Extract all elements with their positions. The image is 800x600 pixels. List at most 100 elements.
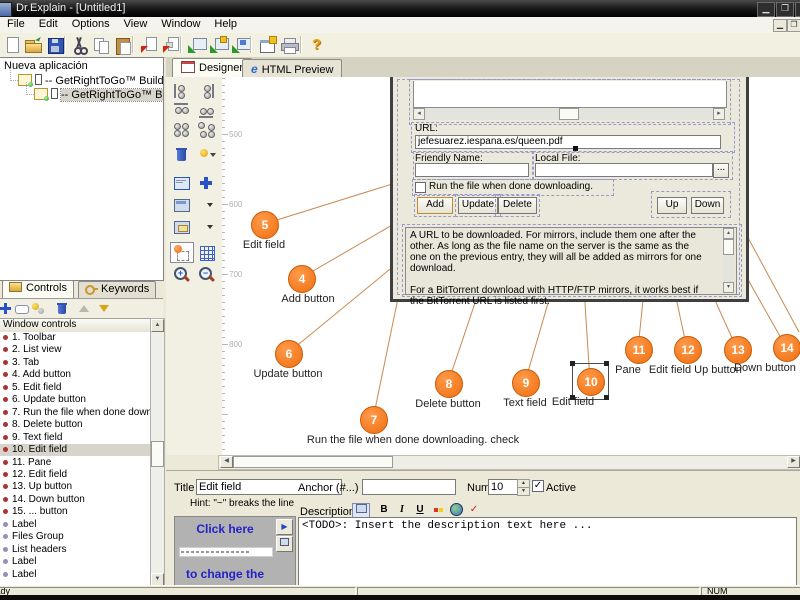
screen-mode2-icon[interactable] <box>171 217 216 236</box>
list-item[interactable]: 4. Add button <box>0 369 150 381</box>
callout-marker-11[interactable]: 11 <box>625 336 653 364</box>
controls-list[interactable]: 1. Toolbar2. List view3. Tab4. Add butto… <box>0 332 151 585</box>
callout-marker-5[interactable]: 5 <box>251 211 279 239</box>
scrollbar-thumb[interactable] <box>233 456 393 468</box>
controls-scrollbar[interactable]: ▲ ▼ <box>150 318 165 587</box>
add-control-icon[interactable] <box>0 301 14 316</box>
add-ball-icon[interactable] <box>196 173 218 192</box>
edit-control-icon[interactable] <box>14 301 30 316</box>
distribute-v-icon[interactable] <box>196 120 218 139</box>
tree-item[interactable]: -- GetRightToGo™ Builder (1.0) <box>18 74 164 87</box>
title-bar[interactable]: Dr.Explain - [Untitled1] ▁ ❐ <box>0 0 800 17</box>
scrollbar-thumb[interactable] <box>151 441 164 467</box>
list-item[interactable]: 7. Run the file when done download... <box>0 407 150 419</box>
ball-menu-icon[interactable] <box>196 145 218 164</box>
list-item[interactable]: 2. List view <box>0 344 150 356</box>
grid-icon[interactable] <box>196 243 218 262</box>
designer-canvas[interactable]: 500600700800 ◂ ▸ URL: jefesuarez.iespana… <box>222 77 800 455</box>
hyperlink-globe-icon[interactable] <box>448 503 464 517</box>
tab-keywords[interactable]: Keywords <box>78 281 156 299</box>
cut-icon[interactable] <box>68 34 90 56</box>
mdi-restore-button[interactable]: ❐ <box>787 19 800 32</box>
italic-button[interactable]: I <box>394 503 410 517</box>
callout-style-icon[interactable] <box>31 301 47 316</box>
distribute-h-icon[interactable] <box>171 120 193 139</box>
minimize-button[interactable]: ▁ <box>757 2 775 17</box>
capture-object-icon[interactable] <box>208 34 230 56</box>
move-down-icon[interactable] <box>97 301 113 316</box>
move-up-icon[interactable] <box>77 301 93 316</box>
list-item[interactable]: Files Group <box>0 531 150 543</box>
area-preview[interactable]: Click here to change the area ▶ <box>174 516 296 586</box>
export-page-icon[interactable] <box>160 34 182 56</box>
align-top-icon[interactable] <box>171 101 193 120</box>
description-editor[interactable]: <TODO>: Insert the description text here… <box>298 517 797 587</box>
list-item[interactable]: 3. Tab <box>0 357 150 369</box>
num-down-icon[interactable]: ▼ <box>517 487 530 496</box>
list-item[interactable]: 13. Up button <box>0 481 150 493</box>
paste-icon[interactable] <box>112 34 134 56</box>
align-bottom-icon[interactable] <box>196 101 218 120</box>
list-item[interactable]: 6. Update button <box>0 394 150 406</box>
scroll-up-icon[interactable]: ▲ <box>151 319 164 332</box>
menu-file[interactable]: File <box>0 17 32 33</box>
list-item[interactable]: 1. Toolbar <box>0 332 150 344</box>
list-item[interactable]: 14. Down button <box>0 494 150 506</box>
list-item[interactable]: 8. Delete button <box>0 419 150 431</box>
list-item[interactable]: 11. Pane <box>0 457 150 469</box>
tree-item[interactable]: -- GetRightToGo™ Builder (1.0) <box>34 88 164 101</box>
active-checkbox[interactable]: ✓ <box>532 480 544 492</box>
callout-marker-7[interactable]: 7 <box>360 406 388 434</box>
list-item[interactable]: 12. Edit field <box>0 469 150 481</box>
mdi-minimize-button[interactable]: ▁ <box>773 19 787 32</box>
bold-button[interactable]: B <box>376 503 392 517</box>
spellcheck-icon[interactable]: ✓ <box>466 503 482 517</box>
list-item[interactable]: Label <box>0 569 150 581</box>
menu-window[interactable]: Window <box>154 17 207 33</box>
list-item[interactable]: List headers <box>0 544 150 556</box>
screen-mode-icon[interactable] <box>171 195 216 214</box>
preview-play-icon[interactable]: ▶ <box>276 519 293 535</box>
list-item[interactable]: Label <box>0 519 150 531</box>
list-item[interactable]: Label <box>0 556 150 568</box>
scroll-left-icon[interactable]: ◀ <box>220 456 233 468</box>
close-button[interactable] <box>795 2 800 17</box>
restore-button[interactable]: ❐ <box>776 2 794 17</box>
project-tree[interactable]: Nueva aplicación-- GetRightToGo™ Builder… <box>0 57 164 281</box>
callout-marker-4[interactable]: 4 <box>288 265 316 293</box>
callout-marker-8[interactable]: 8 <box>435 370 463 398</box>
callout-marker-14[interactable]: 14 <box>773 334 800 362</box>
save-icon[interactable] <box>44 34 66 56</box>
help-icon[interactable]: ? <box>306 34 328 56</box>
align-right-icon[interactable] <box>196 82 218 101</box>
new-icon[interactable] <box>2 34 24 56</box>
delete-ball-icon[interactable] <box>171 145 193 164</box>
info-icon[interactable] <box>171 173 193 192</box>
tab-controls[interactable]: Controls <box>2 280 74 299</box>
menu-options[interactable]: Options <box>65 17 117 33</box>
callout-marker-6[interactable]: 6 <box>275 340 303 368</box>
list-item[interactable]: 15. ... button <box>0 506 150 518</box>
callout-tool-icon[interactable] <box>170 242 194 263</box>
callout-marker-10[interactable]: 10 <box>577 368 605 396</box>
canvas-hscrollbar[interactable]: ◀ ▶ <box>218 455 800 470</box>
selection-handle[interactable] <box>604 361 609 366</box>
underline-button[interactable]: U <box>412 503 428 517</box>
anchor-input[interactable] <box>362 479 456 495</box>
copy-icon[interactable] <box>90 34 112 56</box>
menu-view[interactable]: View <box>117 17 155 33</box>
project-options-icon[interactable] <box>256 34 278 56</box>
scroll-right-icon[interactable]: ▶ <box>787 456 800 468</box>
menu-edit[interactable]: Edit <box>32 17 65 33</box>
menu-help[interactable]: Help <box>207 17 244 33</box>
selection-handle[interactable] <box>604 395 609 400</box>
list-item[interactable]: 5. Edit field <box>0 382 150 394</box>
export-topic-icon[interactable] <box>138 34 160 56</box>
zoom-in-icon[interactable]: + <box>171 265 193 284</box>
callout-marker-13[interactable]: 13 <box>724 336 752 364</box>
print-icon[interactable] <box>278 34 300 56</box>
selection-handle[interactable] <box>570 361 575 366</box>
zoom-out-icon[interactable]: − <box>196 265 218 284</box>
text-color-icon[interactable] <box>430 503 446 517</box>
callout-marker-9[interactable]: 9 <box>512 369 540 397</box>
